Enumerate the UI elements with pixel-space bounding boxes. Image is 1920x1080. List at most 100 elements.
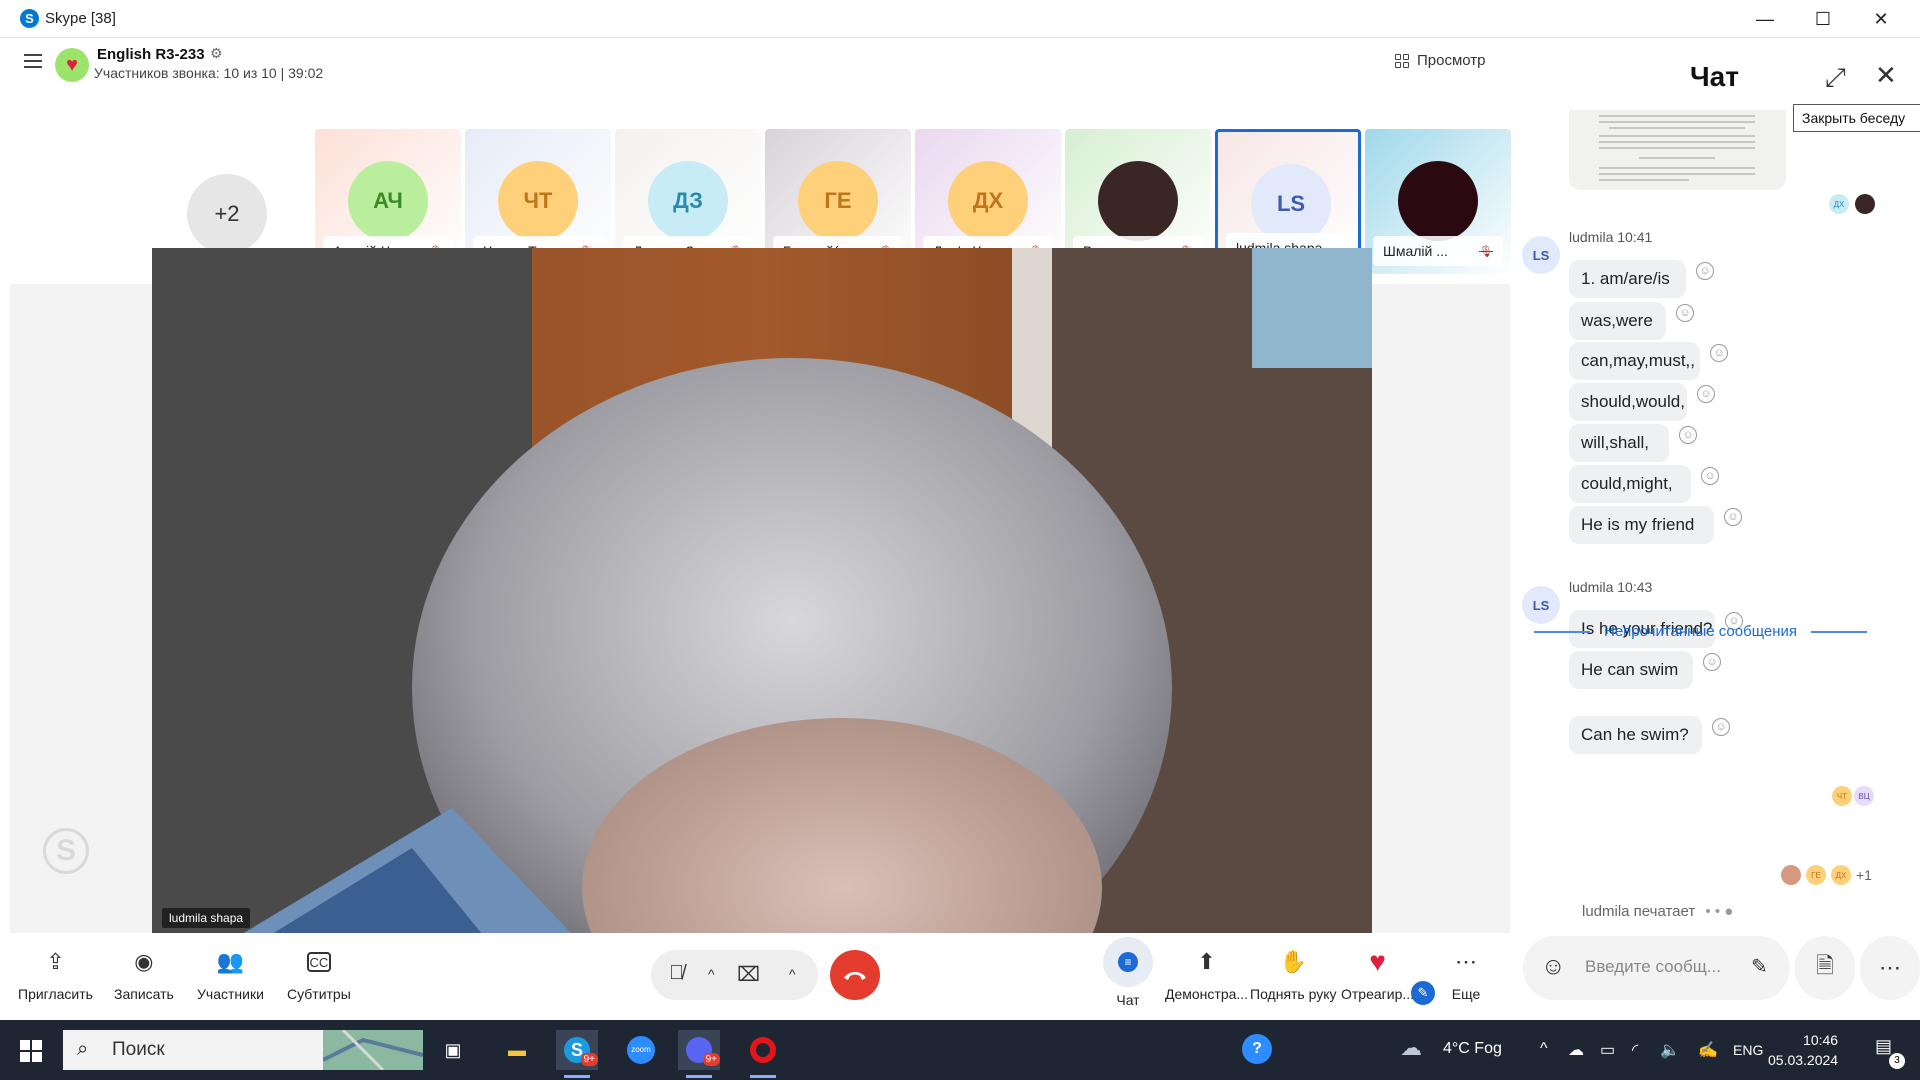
- chat-message[interactable]: 1. am/are/is: [1569, 260, 1686, 298]
- chat-bubble-icon: ≡: [1103, 937, 1153, 987]
- sender-avatar[interactable]: LS: [1522, 236, 1560, 274]
- battery-icon[interactable]: ▭: [1600, 1040, 1615, 1060]
- chat-button[interactable]: ≡ Чат: [1103, 937, 1153, 1008]
- group-avatar[interactable]: ♥: [55, 48, 89, 82]
- subtitles-label: Субтитры: [287, 986, 351, 1002]
- chat-message[interactable]: could,might,: [1569, 465, 1691, 503]
- chat-message[interactable]: can,may,must,,: [1569, 342, 1700, 380]
- minimize-button[interactable]: —: [1736, 0, 1794, 38]
- unread-divider-label: Непрочитанные сообщения: [1604, 623, 1797, 640]
- chat-message[interactable]: will,shall,: [1569, 424, 1669, 462]
- pen-icon[interactable]: ✍: [1698, 1040, 1718, 1060]
- image-message[interactable]: [1569, 110, 1786, 190]
- gear-icon[interactable]: ⚙: [210, 45, 223, 62]
- record-button[interactable]: ◉ Записать: [114, 947, 174, 1002]
- notifications-icon[interactable]: ▤: [1875, 1036, 1892, 1057]
- chevron-up-icon[interactable]: ^: [708, 966, 715, 982]
- add-reaction-icon[interactable]: ☺: [1712, 718, 1730, 736]
- add-reaction-icon[interactable]: ☺: [1696, 262, 1714, 280]
- wifi-icon[interactable]: ◜: [1632, 1040, 1638, 1060]
- add-reaction-icon[interactable]: ☺: [1703, 653, 1721, 671]
- chevron-up-icon[interactable]: ^: [789, 966, 796, 982]
- share-screen-button[interactable]: ⬆ Демонстра...: [1165, 947, 1248, 1002]
- message-composer[interactable]: ☺ Введите сообщ... ✎: [1523, 936, 1790, 1000]
- participant-avatar: ДЗ: [648, 161, 728, 241]
- mic-muted-icon[interactable]: 🎙̸: [669, 962, 684, 985]
- search-highlight-image[interactable]: [322, 1028, 424, 1072]
- chat-message[interactable]: He is my friend: [1569, 506, 1714, 544]
- chat-message[interactable]: He can swim: [1569, 651, 1693, 689]
- emoji-icon[interactable]: ☺: [1541, 953, 1566, 981]
- read-receipt-avatar: ВЦ: [1854, 786, 1874, 806]
- discord-badge: 9+: [702, 1053, 720, 1066]
- search-icon: ⌕: [77, 1038, 89, 1060]
- invite-button[interactable]: ⇪ Пригласить: [18, 947, 93, 1002]
- skype-taskbar-icon[interactable]: S 9+: [556, 1030, 598, 1078]
- more-button[interactable]: ⋯ Еще: [1451, 947, 1481, 1002]
- add-reaction-icon[interactable]: ☺: [1701, 467, 1719, 485]
- participant-tile[interactable]: Шмалій ... 🎙: [1365, 129, 1511, 274]
- typing-label: ludmila печатает: [1582, 903, 1696, 920]
- add-reaction-icon[interactable]: ☺: [1710, 344, 1728, 362]
- add-reaction-icon[interactable]: ☺: [1676, 304, 1694, 322]
- group-name[interactable]: English R3-233: [97, 46, 205, 63]
- attach-file-button[interactable]: 🗎: [1795, 936, 1855, 1000]
- camera-off-icon[interactable]: ⌧: [737, 962, 760, 987]
- chat-message[interactable]: should,would,: [1569, 383, 1687, 421]
- more-participants-button[interactable]: +2: [187, 174, 267, 254]
- file-explorer-icon[interactable]: ▬: [496, 1030, 538, 1070]
- participants-button[interactable]: 👥 Участники: [197, 947, 264, 1002]
- taskbar-search[interactable]: ⌕ Поиск: [63, 1030, 323, 1070]
- participant-avatar: [1398, 161, 1478, 241]
- add-reaction-icon[interactable]: ☺: [1697, 385, 1715, 403]
- participant-avatar: [1098, 161, 1178, 241]
- call-toolbar: ⇪ Пригласить ◉ Записать 👥 Участники CC С…: [10, 933, 1510, 1020]
- chat-message[interactable]: Can he swim?: [1569, 716, 1702, 754]
- expand-icon[interactable]: ⤢: [1825, 62, 1846, 94]
- sender-avatar[interactable]: LS: [1522, 586, 1560, 624]
- read-receipt-more: +1: [1856, 867, 1872, 883]
- message-input[interactable]: Введите сообщ...: [1585, 957, 1721, 977]
- volume-icon[interactable]: 🔈: [1660, 1040, 1680, 1060]
- windows-start-icon[interactable]: [20, 1040, 42, 1062]
- add-reaction-icon[interactable]: ☺: [1724, 508, 1742, 526]
- zoom-icon[interactable]: zoom: [620, 1030, 662, 1070]
- read-receipt-photo-avatar: [1781, 865, 1801, 885]
- participant-name: Шмалій ...: [1383, 243, 1448, 259]
- opera-icon[interactable]: [742, 1030, 784, 1078]
- invite-label: Пригласить: [18, 986, 93, 1002]
- edit-pencil-icon[interactable]: ✎: [1411, 981, 1435, 1005]
- onedrive-icon[interactable]: ☁: [1568, 1040, 1584, 1060]
- view-button[interactable]: Просмотр: [1395, 52, 1486, 69]
- mic-muted-icon: 🎙: [1479, 245, 1493, 258]
- close-chat-icon[interactable]: ✕: [1875, 60, 1897, 91]
- clock-date: 05.03.2024: [1768, 1052, 1839, 1068]
- window-title: Skype [38]: [45, 10, 116, 27]
- raise-hand-label: Поднять руку: [1250, 986, 1337, 1002]
- participant-avatar: АЧ: [348, 161, 428, 241]
- discord-icon[interactable]: 9+: [678, 1030, 720, 1078]
- language-indicator[interactable]: ENG: [1733, 1042, 1763, 1058]
- close-window-button[interactable]: ✕: [1852, 0, 1910, 38]
- raise-hand-button[interactable]: ✋ Поднять руку: [1250, 947, 1337, 1002]
- format-pen-icon[interactable]: ✎: [1751, 954, 1768, 979]
- sender-timestamp: ludmila 10:41: [1569, 229, 1653, 245]
- end-call-button[interactable]: [830, 950, 880, 1000]
- clock[interactable]: 10:46 05.03.2024: [1768, 1030, 1838, 1070]
- help-icon[interactable]: ?: [1242, 1034, 1272, 1064]
- tray-chevron-icon[interactable]: ^: [1540, 1040, 1548, 1058]
- file-icon: 🗎: [1816, 953, 1834, 978]
- add-reaction-icon[interactable]: ☺: [1679, 426, 1697, 444]
- task-view-icon[interactable]: ▣: [432, 1030, 474, 1070]
- call-status: Участников звонка: 10 из 10 | 39:02: [94, 65, 324, 81]
- skype-watermark-icon: S: [43, 828, 89, 874]
- react-label: Отреагир...: [1341, 986, 1415, 1002]
- weather-label[interactable]: 4°C Fog: [1443, 1040, 1502, 1058]
- more-options-button[interactable]: ⋯: [1860, 936, 1920, 1000]
- chat-message[interactable]: was,were: [1569, 302, 1666, 340]
- react-button[interactable]: ♥ Отреагир...: [1341, 946, 1415, 1002]
- menu-icon[interactable]: [24, 54, 42, 68]
- share-screen-icon: ⬆: [1197, 949, 1216, 974]
- subtitles-button[interactable]: CC Субтитры: [287, 947, 351, 1002]
- maximize-button[interactable]: ☐: [1794, 0, 1852, 38]
